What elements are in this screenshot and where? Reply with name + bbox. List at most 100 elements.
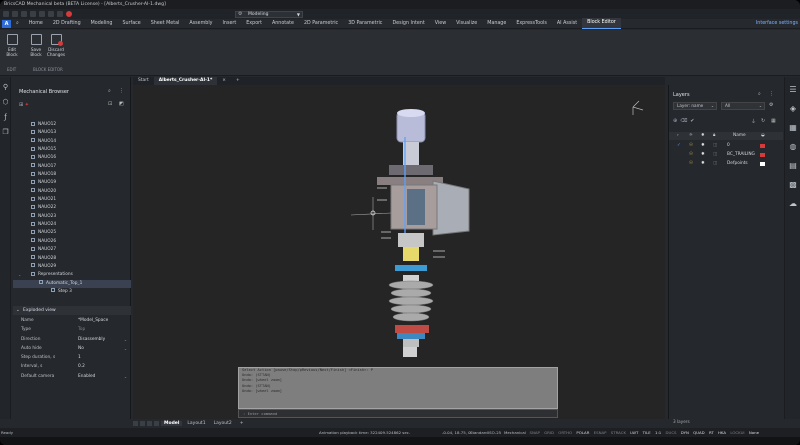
property-row[interactable]: Name *Model_Space — [13, 316, 131, 325]
bulb-icon[interactable]: ◍ — [787, 141, 799, 153]
list-item[interactable]: NAUO12 — [13, 121, 131, 129]
dim-style[interactable]: ISO-25 — [488, 428, 501, 437]
tab-layout2[interactable]: Layout2 — [211, 421, 235, 426]
property-value-dropdown[interactable]: Disassembly ⌄ — [78, 335, 131, 344]
workspace-dropdown[interactable]: ⚙ Modeling ▼ — [235, 10, 303, 18]
delete-layer-icon[interactable]: ⌫ — [680, 118, 690, 124]
list-item[interactable]: NAUO18 — [13, 171, 131, 179]
tab-layout1[interactable]: Layout1 — [184, 421, 208, 426]
settings-icon[interactable]: ⊡ — [108, 101, 112, 107]
tab-manage[interactable]: Manage — [482, 19, 511, 29]
property-value[interactable]: 1 — [78, 353, 131, 362]
prev-tab-icon[interactable] — [140, 421, 145, 426]
toggle-lwt[interactable]: LWT — [629, 428, 640, 437]
property-row[interactable]: Default camera Enabled ⌄ — [13, 372, 131, 381]
tree-item-representations[interactable]: ⌄ Representations — [13, 271, 131, 279]
list-item[interactable]: NAUO22 — [13, 204, 131, 212]
search-icon[interactable]: ⌕ — [108, 88, 111, 94]
toggle-esnap[interactable]: ESNAP — [592, 428, 608, 437]
view-cube-axis[interactable] — [632, 100, 644, 115]
cube-icon[interactable]: ⬡ — [1, 98, 10, 107]
discard-changes-button[interactable]: Discard Changes — [46, 34, 66, 57]
search-icon[interactable]: ⌕ — [758, 91, 761, 97]
property-row[interactable]: Interval, s 0.2 — [13, 362, 131, 371]
property-row[interactable]: Type Top — [13, 325, 131, 334]
list-item[interactable]: NAUO26 — [13, 238, 131, 246]
text-style[interactable]: Standard — [470, 428, 488, 437]
add-tab-icon[interactable]: + — [231, 77, 245, 85]
list-item[interactable]: NAUO27 — [13, 246, 131, 254]
settings-icon[interactable]: ⚙ — [769, 102, 773, 108]
tab-expresstools[interactable]: ExpressTools — [511, 19, 552, 29]
table-row[interactable]: ✓ ☉ ✹ ◫ 0 — [669, 142, 783, 150]
tab-start[interactable]: Start — [133, 77, 154, 85]
new-file-icon[interactable] — [3, 11, 9, 17]
list-item[interactable]: NAUO14 — [13, 138, 131, 146]
crusher-model[interactable] — [350, 109, 470, 357]
tree-item-step[interactable]: Step 3 — [13, 288, 131, 296]
tab-modeling[interactable]: Modeling — [86, 19, 118, 29]
list-item[interactable]: NAUO24 — [13, 221, 131, 229]
toggle-snap[interactable]: SNAP — [528, 428, 541, 437]
save-block-button[interactable]: Save Block — [26, 34, 46, 57]
open-file-icon[interactable] — [12, 11, 18, 17]
lock-icon[interactable]: ◫ — [713, 151, 717, 159]
lock-icon[interactable]: ◫ — [713, 142, 717, 150]
list-item[interactable]: NAUO29 — [13, 263, 131, 271]
add-layout-icon[interactable]: + — [237, 421, 247, 426]
layer-color-swatch[interactable] — [760, 153, 765, 157]
command-input[interactable]: : Enter command — [238, 409, 558, 418]
property-value[interactable]: *Model_Space — [78, 316, 131, 325]
tab-ai-assist[interactable]: AI Assist — [552, 19, 582, 29]
property-row[interactable]: Direction Disassembly ⌄ — [13, 335, 131, 344]
stack-icon[interactable]: ❐ — [1, 128, 10, 137]
selection-mode[interactable]: None — [747, 428, 760, 437]
list-item[interactable]: NAUO20 — [13, 188, 131, 196]
tab-model[interactable]: Model — [161, 421, 183, 426]
layer-state-icon[interactable] — [57, 11, 63, 17]
tab-2d-parametric[interactable]: 2D Parametric — [299, 19, 343, 29]
filter-icon[interactable]: ⏚ — [751, 118, 756, 125]
workspace-mode[interactable]: Mechanical — [504, 428, 526, 437]
tab-home[interactable]: Home — [24, 19, 48, 29]
layer-filter-dropdown[interactable]: Layer: name ⌄ — [673, 102, 717, 110]
tab-2d-drafting[interactable]: 2D Drafting — [48, 19, 86, 29]
list-item[interactable]: NAUO16 — [13, 154, 131, 162]
list-item[interactable]: NAUO13 — [13, 129, 131, 137]
refresh-icon[interactable]: ↻ — [761, 118, 765, 124]
toggle-grid[interactable]: GRID — [543, 428, 556, 437]
toggle-lockui[interactable]: LOCKUI — [729, 428, 746, 437]
tab-insert[interactable]: Insert — [218, 19, 242, 29]
toggle-rt[interactable]: RT — [707, 428, 715, 437]
list-item[interactable]: NAUO25 — [13, 229, 131, 237]
function-icon[interactable]: ƒ — [1, 113, 10, 122]
redo-icon[interactable] — [48, 11, 54, 17]
more-icon[interactable]: ⋮ — [769, 91, 774, 97]
column-name[interactable]: Name — [733, 132, 746, 140]
close-icon[interactable]: × — [217, 77, 231, 85]
sliders-icon[interactable]: ☰ — [787, 84, 799, 96]
toggle-hka[interactable]: HKA — [716, 428, 727, 437]
tab-visualize[interactable]: Visualize — [451, 19, 482, 29]
next-tab-icon[interactable] — [147, 421, 152, 426]
list-item[interactable]: NAUO21 — [13, 196, 131, 204]
search-icon[interactable]: ⌕ — [11, 19, 24, 29]
sun-icon[interactable]: ✹ — [701, 142, 705, 150]
layers-icon[interactable]: ◈ — [787, 103, 799, 115]
layer-color-swatch[interactable] — [760, 162, 765, 166]
last-tab-icon[interactable] — [154, 421, 159, 426]
sun-icon[interactable]: ✹ — [701, 160, 705, 168]
toggle-ortho[interactable]: ORTHO — [557, 428, 574, 437]
layer-state-dropdown[interactable]: All ⌄ — [721, 102, 765, 110]
tab-block-editor[interactable]: Block Editor — [582, 18, 621, 29]
cloud-icon[interactable]: ☁ — [787, 198, 799, 210]
app-menu-button[interactable]: A — [2, 19, 11, 28]
filter-icon[interactable]: ✦ — [25, 102, 29, 108]
edit-block-button[interactable]: Edit Block — [2, 34, 22, 57]
toggle-strack[interactable]: STRACK — [609, 428, 627, 437]
list-item[interactable]: NAUO17 — [13, 163, 131, 171]
table-row[interactable]: ☉ ✹ ◫ BC_TRAILING — [669, 151, 783, 159]
toggle-tile[interactable]: TILE — [641, 428, 652, 437]
tab-surface[interactable]: Surface — [117, 19, 145, 29]
undo-icon[interactable] — [39, 11, 45, 17]
